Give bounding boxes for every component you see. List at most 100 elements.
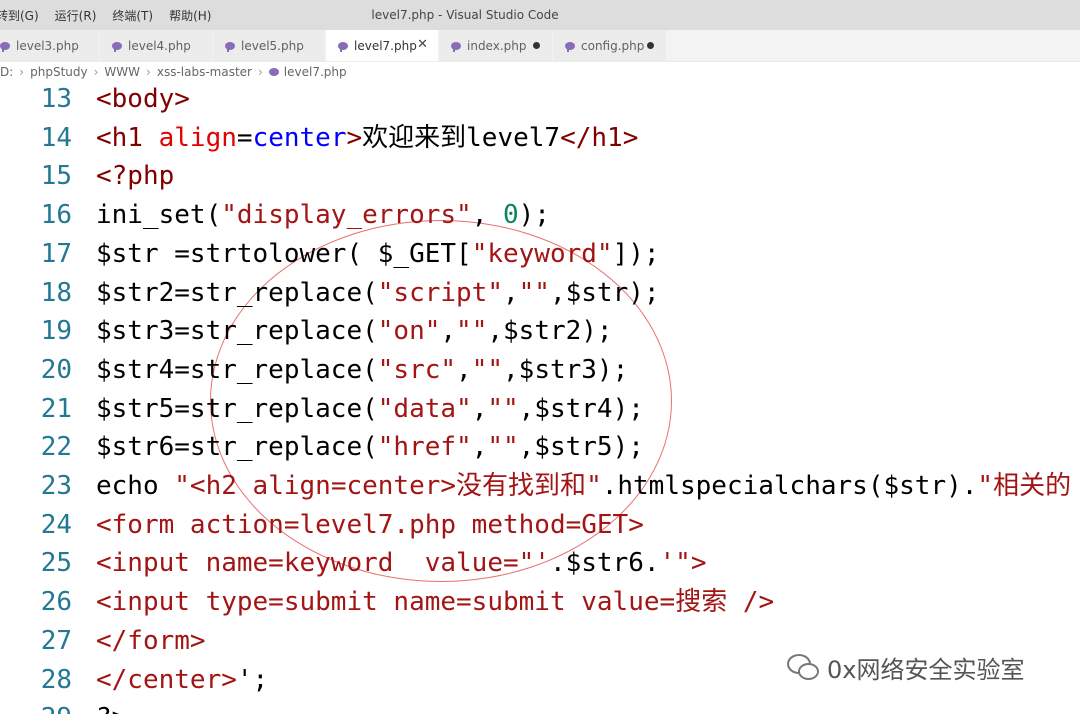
code-token: ini_set( <box>96 200 222 231</box>
code-token: </center> <box>96 664 237 695</box>
line-number: 19 <box>40 316 72 347</box>
line-number: 17 <box>40 238 72 269</box>
line-number: 24 <box>40 509 72 540</box>
code-token: " <box>977 471 994 501</box>
tab-level5-php[interactable]: level5.php <box>213 30 326 61</box>
code-token: = <box>236 122 253 153</box>
tab-label: level7.php <box>354 38 417 53</box>
code-token: "" <box>456 316 488 347</box>
code-text: ini_set("display_errors", 0); <box>96 196 550 234</box>
code-line[interactable]: 23 echo "<h2 align=center>没有找到和".htmlspec… <box>0 467 1071 505</box>
unsaved-dot-icon[interactable] <box>533 42 540 49</box>
code-token: ?> <box>96 703 127 714</box>
code-token: 欢迎来到 <box>362 122 467 153</box>
code-text: $str3=str_replace("on","",$str2); <box>96 312 613 350</box>
code-token: , <box>471 393 488 424</box>
breadcrumb-item[interactable]: xss-labs-master <box>157 65 252 79</box>
breadcrumb: D: › phpStudy › WWW › xss-labs-master › level7.p… <box>0 62 347 82</box>
breadcrumb-item[interactable]: level7.php <box>284 65 347 79</box>
line-number: 26 <box>40 587 72 618</box>
code-line[interactable]: 22 $str6=str_replace("href","",$str5); <box>0 428 644 466</box>
code-text: $str6=str_replace("href","",$str5); <box>96 428 644 466</box>
code-line[interactable]: 15 <?php <box>0 157 175 195</box>
code-token: echo <box>96 471 175 501</box>
line-number: 23 <box>40 471 72 501</box>
code-line[interactable]: 14 <h1 align=center>欢迎来到level7</h1> <box>0 119 639 157</box>
code-token: ,$str); <box>549 277 660 308</box>
code-text: <?php <box>96 157 174 195</box>
code-line[interactable]: 29 ?> <box>0 699 128 714</box>
code-token: <?php <box>96 161 175 192</box>
php-file-icon <box>451 41 461 52</box>
code-token: </h1> <box>560 122 639 153</box>
breadcrumb-item[interactable]: D: <box>0 65 13 79</box>
line-number: 18 <box>40 277 72 308</box>
php-file-icon <box>338 41 348 52</box>
breadcrumb-item[interactable]: phpStudy <box>30 65 88 79</box>
code-token: <input name=keyword value="' <box>96 548 550 579</box>
php-file-icon <box>112 41 122 52</box>
code-token: "" <box>471 354 504 385</box>
code-text: <h1 align=center>欢迎来到level7</h1> <box>96 119 638 157</box>
code-token: 0 <box>503 200 519 231</box>
tab-level4-php[interactable]: level4.php <box>100 30 213 61</box>
code-line[interactable]: 27 </form> <box>0 622 206 660</box>
code-token: ]); <box>612 238 660 269</box>
code-line[interactable]: 18 $str2=str_replace("script","",$str); <box>0 274 660 312</box>
code-token: , <box>440 316 457 347</box>
code-line[interactable]: 16 ini_set("display_errors", 0); <box>0 196 550 234</box>
code-token: "script" <box>377 277 503 308</box>
unsaved-dot-icon[interactable] <box>647 42 654 49</box>
php-file-icon <box>268 68 279 76</box>
code-token: $str3=str_replace( <box>96 316 378 347</box>
line-number: 16 <box>40 200 72 231</box>
tab-level7-php[interactable]: level7.php ✕ <box>326 30 439 61</box>
line-number: 28 <box>40 664 72 695</box>
line-number: 14 <box>40 122 72 153</box>
code-line[interactable]: 21 $str5=str_replace("data","",$str4); <box>0 390 644 428</box>
code-token: "on" <box>377 316 441 347</box>
code-line[interactable]: 20 $str4=str_replace("src","",$str3); <box>0 351 629 389</box>
code-line[interactable]: 26 <input type=submit name=submit value=搜… <box>0 583 774 621</box>
line-number: 13 <box>40 84 72 114</box>
line-number: 22 <box>40 432 72 463</box>
code-token: ); <box>518 200 550 231</box>
code-text: ?> <box>96 699 127 714</box>
code-line[interactable]: 25 <input name=keyword value="'.$str6.'"> <box>0 544 707 582</box>
php-file-icon <box>565 41 575 52</box>
line-number: 21 <box>40 393 72 424</box>
code-editor[interactable]: 13 <body> 14 <h1 align=center>欢迎来到level7</h… <box>0 80 1080 714</box>
code-line[interactable]: 24 <form action=level7.php method=GET> <box>0 506 644 544</box>
chevron-right-icon: › <box>146 65 151 79</box>
tab-label: index.php <box>467 38 527 53</box>
code-text: <input name=keyword value="'.$str6.'"> <box>96 544 707 582</box>
code-token: "" <box>487 393 519 424</box>
breadcrumb-item[interactable]: WWW <box>104 65 140 79</box>
tab-label: level5.php <box>241 38 304 53</box>
tab-index-php[interactable]: index.php <box>439 30 553 61</box>
code-token: .$str6. <box>549 548 660 579</box>
code-token: center <box>252 122 347 153</box>
code-line[interactable]: 17 $str =strtolower( $_GET["keyword"]); <box>0 235 660 273</box>
close-icon[interactable]: ✕ <box>417 37 428 52</box>
code-line[interactable]: 28 </center>'; <box>0 661 269 699</box>
code-line[interactable]: 13 <body> <box>0 80 190 118</box>
code-token: .htmlspecialchars($str). <box>601 471 978 501</box>
tab-config-php[interactable]: config.php <box>553 30 667 61</box>
tab-level3-php[interactable]: level3.php <box>0 30 100 61</box>
php-file-icon <box>225 41 235 52</box>
code-token: "<h2 align=center> <box>174 471 457 501</box>
code-token: level7 <box>466 122 561 153</box>
code-token: "" <box>487 432 519 463</box>
chevron-right-icon: › <box>257 65 263 79</box>
line-number: 29 <box>0 699 72 714</box>
line-number: 15 <box>40 161 72 192</box>
code-token: '; <box>236 664 269 695</box>
code-token: "keyword" <box>471 238 613 269</box>
code-token: $str =strtolower( $_GET[ <box>96 238 472 269</box>
code-token: ,$str5); <box>518 432 644 463</box>
code-line[interactable]: 19 $str3=str_replace("on","",$str2); <box>0 312 613 350</box>
wechat-icon <box>787 654 819 680</box>
code-token: "href" <box>377 432 472 463</box>
code-token: "data" <box>377 393 472 424</box>
